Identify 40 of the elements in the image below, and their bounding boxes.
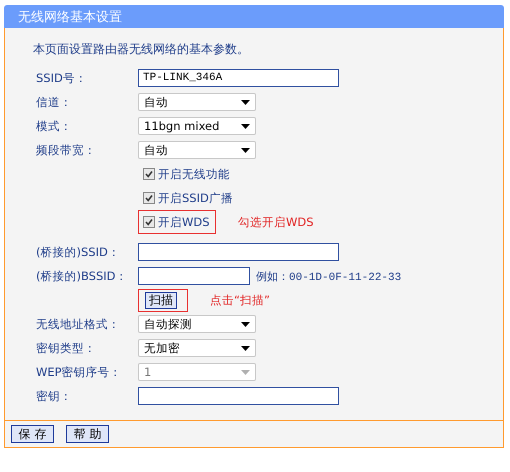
check-mark-icon bbox=[144, 193, 154, 203]
field-label: 密钥类型： bbox=[36, 340, 96, 354]
field-label: 频段带宽： bbox=[36, 142, 96, 156]
example-hint: 例如：00-1D-0F-11-22-33 bbox=[256, 270, 402, 284]
field-label: 信道： bbox=[36, 94, 72, 108]
checkbox[interactable]: 开启SSID广播 bbox=[143, 190, 233, 206]
check-mark-icon bbox=[144, 217, 154, 227]
checkbox[interactable]: 开启无线功能 bbox=[143, 166, 230, 182]
annotation-text: 点击“扫描” bbox=[210, 292, 270, 308]
input-field[interactable] bbox=[138, 387, 339, 405]
dropdown-arrow-icon bbox=[241, 100, 250, 104]
dropdown[interactable]: 自动 bbox=[138, 93, 256, 111]
dropdown-arrow-icon bbox=[241, 124, 250, 128]
field-label: (桥接的)SSID： bbox=[36, 244, 120, 258]
dropdown[interactable]: 11bgn mixed bbox=[138, 117, 256, 135]
input-field[interactable] bbox=[138, 243, 339, 261]
dropdown-arrow-icon bbox=[241, 346, 250, 350]
help-button[interactable]: 帮 助 bbox=[66, 425, 109, 443]
intro-text: 本页面设置路由器无线网络的基本参数。 bbox=[33, 41, 250, 58]
field-label: 无线地址格式： bbox=[36, 316, 120, 330]
dropdown[interactable]: 无加密 bbox=[138, 339, 256, 357]
input-field[interactable]: TP-LINK_346A bbox=[138, 69, 339, 87]
dropdown[interactable]: 自动 bbox=[138, 141, 256, 159]
check-mark-icon bbox=[144, 169, 154, 179]
panel-title: 无线网络基本设置 bbox=[18, 8, 122, 26]
dropdown-arrow-icon bbox=[241, 370, 250, 374]
checkbox[interactable]: 开启WDS bbox=[143, 214, 210, 230]
save-button[interactable]: 保 存 bbox=[11, 425, 54, 443]
dropdown: 1 bbox=[138, 363, 256, 381]
annotation-text: 勾选开启WDS bbox=[238, 214, 314, 230]
dropdown-arrow-icon bbox=[241, 322, 250, 326]
field-label: 模式： bbox=[36, 118, 72, 132]
field-label: SSID号： bbox=[36, 70, 87, 84]
dropdown-arrow-icon bbox=[241, 148, 250, 152]
field-label: (桥接的)BSSID： bbox=[36, 268, 128, 282]
field-label: 密钥： bbox=[36, 388, 72, 402]
scan-button[interactable]: 扫描 bbox=[145, 292, 177, 308]
dropdown[interactable]: 自动探测 bbox=[138, 315, 256, 333]
field-label: WEP密钥序号： bbox=[36, 364, 122, 378]
input-field[interactable] bbox=[138, 267, 250, 285]
